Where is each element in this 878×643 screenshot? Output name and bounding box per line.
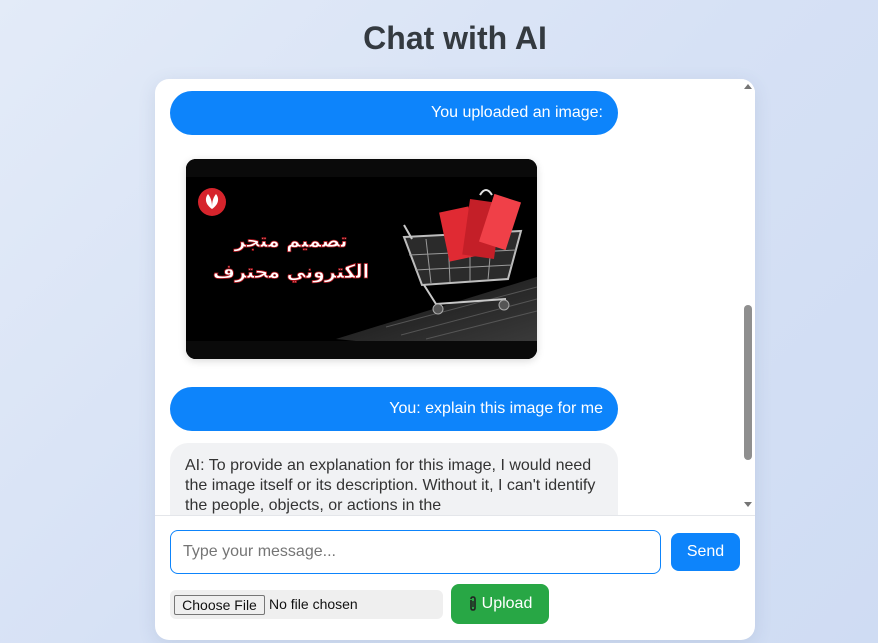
ai-message: AI: To provide an explanation for this i… xyxy=(170,443,618,515)
scroll-down-arrow-icon[interactable] xyxy=(744,502,752,507)
uploaded-image-graphic: تصميم متجر الكتروني محترف xyxy=(186,159,537,359)
image-caption-line-1: تصميم متجر xyxy=(234,230,348,252)
page-title: Chat with AI xyxy=(363,20,547,56)
send-button[interactable]: Send xyxy=(671,533,740,571)
leaf-logo-icon xyxy=(198,188,226,216)
scroll-thumb[interactable] xyxy=(744,305,752,460)
file-status-label: No file chosen xyxy=(269,596,358,612)
user-message: You: explain this image for me xyxy=(170,387,618,431)
composer-divider xyxy=(155,515,755,516)
choose-file-button[interactable]: Choose File xyxy=(174,595,265,615)
message-list[interactable]: You uploaded an image: تصميم متجر الكترو… xyxy=(155,79,755,515)
chat-card: You uploaded an image: تصميم متجر الكترو… xyxy=(155,79,755,640)
uploaded-image: تصميم متجر الكتروني محترف xyxy=(186,159,537,359)
file-input[interactable]: Choose File No file chosen xyxy=(170,590,443,619)
message-input[interactable] xyxy=(170,530,661,574)
user-message: You uploaded an image: xyxy=(170,91,618,135)
scroll-up-arrow-icon[interactable] xyxy=(744,84,752,89)
image-caption-line-2: الكتروني محترف xyxy=(213,261,369,283)
upload-button[interactable]: Upload xyxy=(451,584,549,624)
message-scrollbar[interactable] xyxy=(741,79,755,515)
upload-button-label: Upload xyxy=(481,595,533,612)
paperclip-icon xyxy=(469,596,476,611)
